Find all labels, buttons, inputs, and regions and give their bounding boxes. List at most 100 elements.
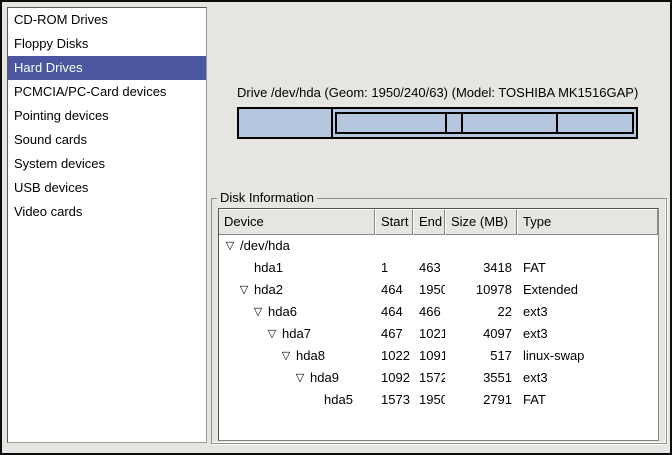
type-cell: Extended [517,279,658,301]
table-row-dev-hda[interactable]: ▽ /dev/hda [219,235,658,257]
drive-title: Drive /dev/hda (Geom: 1950/240/63) (Mode… [237,85,638,100]
end-cell [413,235,445,257]
type-cell: FAT [517,389,658,411]
start-cell: 464 [375,301,413,323]
device-name: hda9 [310,367,339,389]
disk-information-group: Disk Information Device Start End Size (… [211,198,667,444]
size-cell: 22 [445,301,517,323]
device-name: hda8 [296,345,325,367]
sidebar-item-label: PCMCIA/PC-Card devices [14,84,166,99]
sidebar-item-label: System devices [14,156,105,171]
partition-segment-hda2-extended [335,112,634,134]
sidebar-item-hard-drives[interactable]: Hard Drives [8,56,206,80]
device-cell: ▽ hda7 [219,323,375,345]
start-cell: 1573 [375,389,413,411]
partition-segment-hda5 [558,114,632,132]
type-cell: FAT [517,257,658,279]
column-header-size[interactable]: Size (MB) [445,209,517,235]
end-cell: 466 [413,301,445,323]
sidebar-item-system-devices[interactable]: System devices [8,152,206,176]
table-row-hda6[interactable]: ▽ hda6 464 466 22 ext3 [219,301,658,323]
partition-segment-hda8 [447,114,463,132]
table-row-hda5[interactable]: ▽ hda5 1573 1950 2791 FAT [219,389,658,411]
table-row-hda1[interactable]: ▽ hda1 1 463 3418 FAT [219,257,658,279]
partition-table-body: ▽ /dev/hda ▽ hda1 1 463 3418 FAT ▽ hda2 … [219,235,658,411]
end-cell: 1950 [413,389,445,411]
start-cell: 1022 [375,345,413,367]
partition-segment-hda1 [239,109,333,137]
device-cell: ▽ hda2 [219,279,375,301]
size-cell: 3551 [445,367,517,389]
device-cell: ▽ hda8 [219,345,375,367]
sidebar-item-label: Sound cards [14,132,87,147]
sidebar-item-label: Pointing devices [14,108,109,123]
device-name: /dev/hda [240,235,290,257]
start-cell: 464 [375,279,413,301]
partition-table-header: Device Start End Size (MB) Type [219,209,658,235]
table-row-hda9[interactable]: ▽ hda9 1092 1572 3551 ext3 [219,367,658,389]
expander-icon[interactable]: ▽ [237,279,251,301]
partition-table: Device Start End Size (MB) Type ▽ /dev/h… [218,208,659,441]
device-name: hda6 [268,301,297,323]
drive-section: Drive /dev/hda (Geom: 1950/240/63) (Mode… [237,85,638,139]
device-cell: ▽ /dev/hda [219,235,375,257]
partition-bar [237,107,638,139]
type-cell: ext3 [517,323,658,345]
size-cell: 10978 [445,279,517,301]
table-row-hda8[interactable]: ▽ hda8 1022 1091 517 linux-swap [219,345,658,367]
device-cell: ▽ hda9 [219,367,375,389]
sidebar-item-label: Video cards [14,204,82,219]
type-cell: linux-swap [517,345,658,367]
sidebar-item-usb-devices[interactable]: USB devices [8,176,206,200]
size-cell: 3418 [445,257,517,279]
sidebar-item-label: Hard Drives [14,60,83,75]
start-cell: 1 [375,257,413,279]
end-cell: 1021 [413,323,445,345]
type-cell [517,235,658,257]
table-row-hda2[interactable]: ▽ hda2 464 1950 10978 Extended [219,279,658,301]
end-cell: 1091 [413,345,445,367]
expander-icon[interactable]: ▽ [293,367,307,389]
size-cell: 4097 [445,323,517,345]
sidebar-item-video-cards[interactable]: Video cards [8,200,206,224]
end-cell: 463 [413,257,445,279]
start-cell: 467 [375,323,413,345]
hardware-browser-window: CD-ROM Drives Floppy Disks Hard Drives P… [0,0,672,455]
size-cell: 517 [445,345,517,367]
expander-icon[interactable]: ▽ [251,301,265,323]
sidebar-item-sound-cards[interactable]: Sound cards [8,128,206,152]
partition-segment-hda9 [463,114,558,132]
type-cell: ext3 [517,367,658,389]
sidebar-item-pointing-devices[interactable]: Pointing devices [8,104,206,128]
end-cell: 1572 [413,367,445,389]
type-cell: ext3 [517,301,658,323]
expander-icon[interactable]: ▽ [279,345,293,367]
disk-information-label: Disk Information [217,190,317,205]
sidebar-item-label: USB devices [14,180,88,195]
sidebar-item-label: CD-ROM Drives [14,12,108,27]
device-name: hda1 [254,257,283,279]
expander-icon[interactable]: ▽ [265,323,279,345]
sidebar-item-floppy-disks[interactable]: Floppy Disks [8,32,206,56]
expander-icon[interactable]: ▽ [223,235,237,257]
column-header-type[interactable]: Type [517,209,658,235]
device-cell: ▽ hda6 [219,301,375,323]
size-cell: 2791 [445,389,517,411]
device-cell: ▽ hda1 [219,257,375,279]
device-name: hda2 [254,279,283,301]
sidebar-item-pcmcia-pc-card-devices[interactable]: PCMCIA/PC-Card devices [8,80,206,104]
sidebar-item-label: Floppy Disks [14,36,88,51]
column-header-device[interactable]: Device [219,209,375,235]
start-cell: 1092 [375,367,413,389]
size-cell [445,235,517,257]
sidebar-item-cd-rom-drives[interactable]: CD-ROM Drives [8,8,206,32]
end-cell: 1950 [413,279,445,301]
device-category-list[interactable]: CD-ROM Drives Floppy Disks Hard Drives P… [7,7,207,443]
device-name: hda7 [282,323,311,345]
column-header-start[interactable]: Start [375,209,413,235]
table-row-hda7[interactable]: ▽ hda7 467 1021 4097 ext3 [219,323,658,345]
start-cell [375,235,413,257]
device-name: hda5 [324,389,353,411]
column-header-end[interactable]: End [413,209,445,235]
device-cell: ▽ hda5 [219,389,375,411]
